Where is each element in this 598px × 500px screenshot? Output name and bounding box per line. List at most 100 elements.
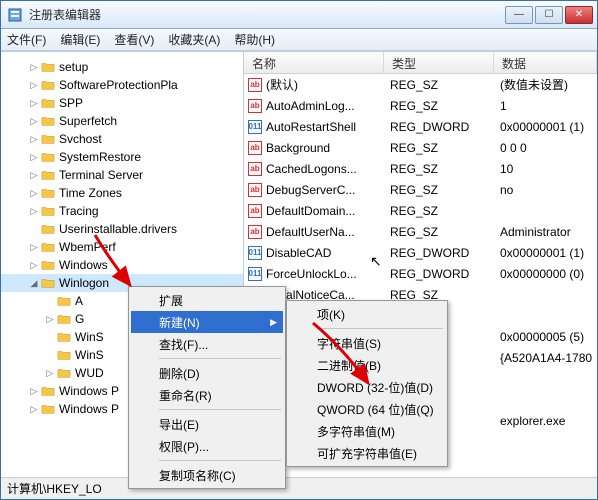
value-type: REG_SZ [384, 225, 494, 239]
tree-item[interactable]: ▷setup [1, 58, 243, 76]
tree-item-label: Tracing [59, 204, 99, 218]
list-row[interactable]: 011DisableCADREG_DWORD0x00000001 (1) [244, 242, 597, 263]
value-data: explorer.exe [494, 414, 597, 428]
menu-item[interactable]: 查找(F)... [131, 333, 283, 355]
menu-item[interactable]: 扩展 [131, 289, 283, 311]
list-row[interactable]: abDebugServerC...REG_SZno [244, 179, 597, 200]
list-row[interactable]: abDefaultUserNa...REG_SZAdministrator [244, 221, 597, 242]
tree-item[interactable]: ▷ Svchost [1, 130, 243, 148]
value-data: no [494, 183, 597, 197]
reg-value-icon: ab [248, 204, 262, 218]
reg-value-icon: 011 [248, 120, 262, 134]
menu-item[interactable]: 项(K) [289, 303, 445, 325]
titlebar[interactable]: 注册表编辑器 — ☐ ✕ [1, 1, 597, 29]
menu-item[interactable]: 重命名(R) [131, 384, 283, 406]
expander-icon[interactable]: ▷ [29, 80, 39, 91]
menu-item[interactable]: 字符串值(S) [289, 332, 445, 354]
menu-item[interactable]: 权限(P)... [131, 435, 283, 457]
menu-item-label: 删除(D) [159, 365, 200, 382]
menu-view[interactable]: 查看(V) [114, 31, 154, 48]
tree-item[interactable]: ▷WbemPerf [1, 238, 243, 256]
menu-item-label: 新建(N) [159, 314, 200, 331]
expander-icon[interactable]: ▷ [29, 260, 39, 271]
menu-item[interactable]: 多字符串值(M) [289, 420, 445, 442]
expander-icon[interactable]: ▷ [29, 62, 39, 73]
col-name-header[interactable]: 名称 [244, 52, 384, 73]
expander-icon[interactable]: ▷ [29, 242, 39, 253]
col-data-header[interactable]: 数据 [494, 52, 597, 73]
value-name: DisableCAD [266, 246, 331, 260]
context-menu-main[interactable]: 扩展新建(N)▶查找(F)... 删除(D) 重命名(R) 导出(E) 权限(P)...… [128, 286, 286, 489]
list-row[interactable]: 011AutoRestartShellREG_DWORD0x00000001 (… [244, 116, 597, 137]
menu-item[interactable]: 导出(E) [131, 413, 283, 435]
tree-item-label: Time Zones [59, 186, 122, 200]
menu-favorites[interactable]: 收藏夹(A) [168, 31, 220, 48]
tree-item[interactable]: ▷ Time Zones [1, 184, 243, 202]
value-data: 1 [494, 99, 597, 113]
menu-item[interactable]: QWORD (64 位)值(Q) [289, 398, 445, 420]
menu-separator [159, 409, 281, 410]
expander-icon[interactable]: ▷ [29, 98, 39, 109]
context-menu-new[interactable]: 项(K) 字符串值(S) 二进制值(B) DWORD (32-位)值(D)QWORD … [286, 300, 448, 467]
value-type: REG_SZ [384, 204, 494, 218]
minimize-button[interactable]: — [505, 6, 533, 24]
menu-help[interactable]: 帮助(H) [234, 31, 275, 48]
expander-icon[interactable]: ▷ [29, 170, 39, 181]
menu-item-label: 字符串值(S) [317, 335, 381, 352]
expander-icon[interactable]: ▷ [29, 188, 39, 199]
tree-item-label: Windows P [59, 402, 119, 416]
tree-item-label: WUD [75, 366, 104, 380]
maximize-button[interactable]: ☐ [535, 6, 563, 24]
expander-icon[interactable]: ▷ [29, 152, 39, 163]
list-row[interactable]: ab DefaultDomain... REG_SZ [244, 200, 597, 221]
list-row[interactable]: 011ForceUnlockLo...REG_DWORD0x00000000 (… [244, 263, 597, 284]
col-type-header[interactable]: 类型 [384, 52, 494, 73]
expander-icon[interactable]: ▷ [29, 116, 39, 127]
menu-item-label: 扩展 [159, 292, 183, 309]
expander-icon[interactable]: ▷ [29, 386, 39, 397]
menu-item-label: 二进制值(B) [317, 357, 381, 374]
menu-item[interactable]: 复制项名称(C) [131, 464, 283, 486]
menu-item[interactable]: 删除(D) [131, 362, 283, 384]
list-row[interactable]: abAutoAdminLog...REG_SZ1 [244, 95, 597, 116]
expander-icon[interactable]: ▷ [45, 314, 55, 325]
value-name: AutoAdminLog... [266, 99, 355, 113]
tree-item[interactable]: ▷Windows [1, 256, 243, 274]
status-path: 计算机\HKEY_LO [7, 480, 102, 497]
menu-item[interactable]: DWORD (32-位)值(D) [289, 376, 445, 398]
tree-item[interactable]: ▷Terminal Server [1, 166, 243, 184]
list-row[interactable]: abCachedLogons...REG_SZ10 [244, 158, 597, 179]
expander-icon[interactable]: ▷ [29, 206, 39, 217]
tree-item[interactable]: Userinstallable.drivers [1, 220, 243, 238]
close-button[interactable]: ✕ [565, 6, 593, 24]
tree-item[interactable]: ▷Superfetch [1, 112, 243, 130]
menu-item-label: 重命名(R) [159, 387, 212, 404]
menu-item[interactable]: 可扩充字符串值(E) [289, 442, 445, 464]
expander-icon[interactable]: ▷ [29, 134, 39, 145]
value-type: REG_SZ [384, 162, 494, 176]
menu-edit[interactable]: 编辑(E) [60, 31, 100, 48]
value-type: REG_SZ [384, 183, 494, 197]
tree-item[interactable]: ▷SoftwareProtectionPla [1, 76, 243, 94]
expander-icon[interactable]: ▷ [45, 368, 55, 379]
tree-item-label: Svchost [59, 132, 102, 146]
menu-file[interactable]: 文件(F) [7, 31, 46, 48]
reg-value-icon: 011 [248, 267, 262, 281]
value-name: DefaultDomain... [266, 204, 355, 218]
list-row[interactable]: abBackgroundREG_SZ0 0 0 [244, 137, 597, 158]
reg-value-icon: ab [248, 225, 262, 239]
tree-item[interactable]: ▷SPP [1, 94, 243, 112]
value-name: Background [266, 141, 330, 155]
menu-item[interactable]: 新建(N)▶ [131, 311, 283, 333]
value-data: 0x00000001 (1) [494, 246, 597, 260]
expander-icon[interactable]: ▷ [29, 404, 39, 415]
tree-item[interactable]: ▷SystemRestore [1, 148, 243, 166]
value-data: 0x00000000 (0) [494, 267, 597, 281]
expander-icon[interactable]: ◢ [29, 278, 39, 289]
reg-value-icon: ab [248, 141, 262, 155]
menu-item[interactable]: 二进制值(B) [289, 354, 445, 376]
value-type: REG_SZ [384, 78, 494, 92]
menu-item-label: 导出(E) [159, 416, 199, 433]
tree-item[interactable]: ▷ Tracing [1, 202, 243, 220]
list-row[interactable]: ab(默认)REG_SZ(数值未设置) [244, 74, 597, 95]
